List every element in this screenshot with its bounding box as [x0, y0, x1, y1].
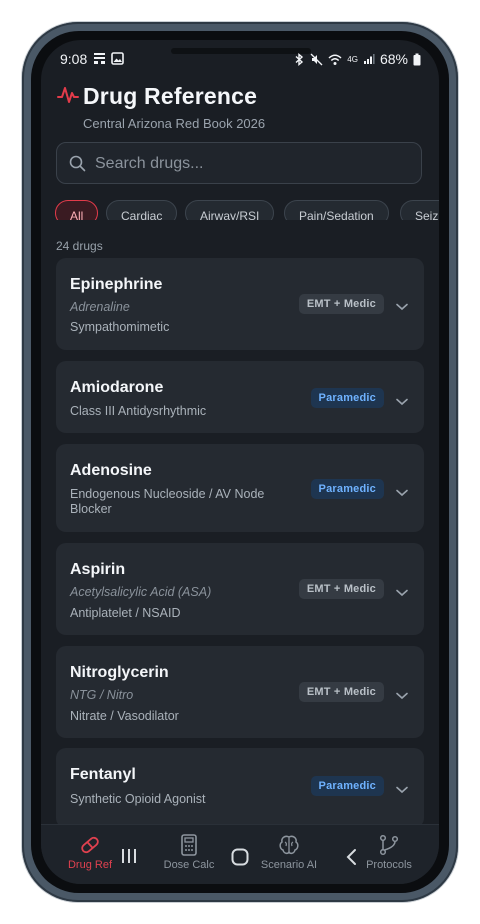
drug-alias: Acetylsalicylic Acid (ASA): [70, 585, 212, 599]
drug-alias: NTG / Nitro: [70, 688, 134, 702]
battery-percent: 68%: [379, 51, 408, 67]
filter-chip-seizure[interactable]: Seiz: [400, 200, 439, 220]
search-box[interactable]: [56, 142, 422, 185]
chevron-down-icon[interactable]: [396, 584, 408, 602]
status-bar: 9:08 4G 68%: [41, 50, 439, 70]
drug-count: 24 drugs: [56, 239, 103, 253]
drug-class: Sympathomimetic: [70, 320, 170, 334]
drug-card-adenosine[interactable]: Adenosine Endogenous Nucleoside / AV Nod…: [56, 444, 424, 532]
drug-name: Aspirin: [70, 561, 126, 578]
chevron-down-icon[interactable]: [396, 484, 408, 502]
app-screen: 9:08 4G 68% Drug Reference Central Arizo…: [41, 40, 439, 884]
filter-chip-cardiac[interactable]: Cardiac: [106, 200, 178, 220]
page-title: Drug Reference: [83, 83, 258, 109]
search-icon: [69, 155, 86, 177]
nav-label: Protocols: [366, 859, 412, 871]
drug-class: Synthetic Opioid Agonist: [70, 792, 206, 806]
drug-name: Fentanyl: [70, 766, 136, 783]
filter-chip-pain-sedation[interactable]: Pain/Sedation: [284, 200, 389, 220]
chevron-down-icon[interactable]: [396, 298, 408, 316]
drug-class: Nitrate / Vasodilator: [70, 709, 179, 723]
drug-class: Endogenous Nucleoside / AV Node Blocker: [70, 487, 265, 516]
chevron-down-icon[interactable]: [396, 687, 408, 705]
scope-badge: EMT + Medic: [298, 682, 384, 702]
brain-icon: [279, 835, 299, 855]
drug-card-epinephrine[interactable]: Epinephrine Adrenaline Sympathomimetic E…: [56, 258, 424, 350]
drug-card-amiodarone[interactable]: Amiodarone Class III Antidysrhythmic Par…: [56, 361, 424, 433]
pill-icon: [81, 836, 99, 854]
drug-class: Class III Antidysrhythmic: [70, 404, 207, 418]
wifi-icon: [328, 53, 342, 66]
scope-badge: EMT + Medic: [298, 579, 384, 599]
drug-name: Amiodarone: [70, 379, 164, 396]
scope-badge: Paramedic: [310, 776, 384, 796]
home-icon[interactable]: [231, 848, 249, 871]
chevron-down-icon[interactable]: [396, 781, 408, 799]
heartbeat-pulse-icon: [57, 86, 79, 109]
drug-name: Nitroglycerin: [70, 664, 169, 681]
mute-icon: [310, 53, 323, 66]
image-notification-icon: [111, 52, 124, 65]
drug-class: Antiplatelet / NSAID: [70, 606, 181, 620]
drug-alias: Adrenaline: [70, 300, 130, 314]
chevron-down-icon[interactable]: [396, 393, 408, 411]
calculator-icon: [181, 834, 197, 856]
category-filter-row: All Cardiac Airway/RSI Pain/Sedation Sei…: [55, 200, 439, 220]
drug-name: Adenosine: [70, 462, 152, 479]
nav-dose-calc[interactable]: Dose Calc: [144, 825, 234, 884]
drug-name: Epinephrine: [70, 276, 163, 293]
filter-chip-airway-rsi[interactable]: Airway/RSI: [185, 200, 275, 220]
bluetooth-icon: [294, 52, 305, 66]
drug-card-fentanyl[interactable]: Fentanyl Synthetic Opioid Agonist Parame…: [56, 748, 424, 828]
status-time: 9:08: [60, 51, 88, 67]
back-icon[interactable]: [345, 848, 357, 871]
network-label: 4G: [347, 54, 358, 64]
page-subtitle: Central Arizona Red Book 2026: [83, 116, 266, 131]
nav-label: Dose Calc: [163, 859, 215, 871]
signal-icon: [363, 53, 375, 65]
drug-card-aspirin[interactable]: Aspirin Acetylsalicylic Acid (ASA) Antip…: [56, 543, 424, 635]
status-right-icons: 4G 68%: [294, 51, 421, 67]
search-input[interactable]: [93, 143, 407, 185]
battery-icon: [413, 53, 421, 66]
branch-icon: [379, 834, 399, 856]
drug-card-nitroglycerin[interactable]: Nitroglycerin NTG / Nitro Nitrate / Vaso…: [56, 646, 424, 738]
filter-chip-all[interactable]: All: [55, 200, 99, 220]
scope-badge: Paramedic: [310, 479, 384, 499]
nav-scenario-ai[interactable]: Scenario AI: [244, 825, 334, 884]
recent-apps-icon[interactable]: [120, 848, 138, 869]
notification-icons: [93, 52, 124, 65]
scope-badge: Paramedic: [310, 388, 384, 408]
nav-label: Scenario AI: [260, 859, 318, 871]
scope-badge: EMT + Medic: [298, 294, 384, 314]
nav-protocols[interactable]: Protocols: [344, 825, 434, 884]
notification-bars-icon: [93, 52, 106, 65]
